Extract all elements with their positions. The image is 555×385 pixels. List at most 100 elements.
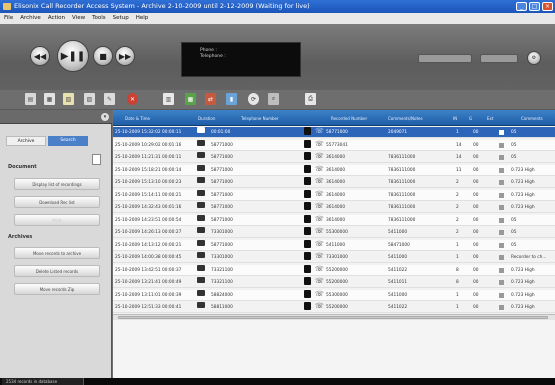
table-row[interactable]: 25-10-2009 13:11:01 00:00:39 58824000 5530… [113, 289, 555, 301]
table-row[interactable]: 25-10-2009 14:26:13 00:00:27 73301000 5530… [113, 227, 555, 238]
edit-icon: ✎ [106, 95, 113, 103]
menu-archive[interactable]: Archive [20, 13, 41, 24]
copy-button[interactable]: ▨ [84, 93, 95, 105]
stop-button[interactable]: ■ [93, 46, 113, 66]
cell-datetime: 25-10-2009 14:32:43 00:01:16 [115, 205, 182, 210]
column-header[interactable]: Recorded Number [331, 116, 367, 121]
cell-slot: 00 [473, 130, 479, 135]
column-header[interactable]: IN [453, 116, 457, 121]
play-pause-button[interactable]: ▶❚❚ [57, 40, 89, 72]
menu-view[interactable]: View [72, 13, 85, 24]
cell-recorded-number: 5411011 [388, 280, 408, 285]
table-row[interactable]: 25-10-2009 15:14:11 00:00:21 58771000 3614… [113, 189, 555, 201]
cell-duration: 73301000 [211, 255, 233, 260]
table-row[interactable]: 25-10-2009 14:23:51 00:00:54 58771000 3614… [113, 214, 555, 226]
collapse-icon[interactable]: ▾ [101, 113, 109, 121]
position-slider[interactable] [418, 54, 472, 63]
move-zip-button[interactable]: Move records Zip [14, 283, 100, 295]
maximize-button[interactable]: □ [529, 2, 540, 11]
table-row[interactable]: 25-10-2009 12:51:33 00:00:41 58811000 5520… [113, 302, 555, 313]
menu-tools[interactable]: Tools [92, 13, 106, 24]
call-direction-icon: ☏ [315, 302, 324, 310]
cell-slot: 00 [473, 167, 479, 173]
minimize-button[interactable]: _ [516, 2, 527, 11]
delete-button[interactable]: ✕ [127, 93, 138, 105]
print-list-button[interactable]: Print [14, 214, 100, 226]
line-icon [197, 202, 205, 208]
settings-knob[interactable]: ⚙ [527, 51, 541, 65]
call-direction-icon: ☏ [315, 177, 324, 185]
line-icon [197, 239, 205, 246]
cell-note: 0.723 High [511, 205, 535, 210]
table-row[interactable]: 25-10-2009 15:13:10 00:00:23 58771000 3614… [113, 177, 555, 188]
menu-file[interactable]: File [4, 13, 13, 24]
table-row[interactable]: 25-10-2009 14:32:43 00:01:16 58771000 3614… [113, 202, 555, 213]
rewind-button[interactable]: ◀◀ [30, 46, 50, 66]
column-header[interactable]: Duration [198, 116, 215, 121]
table-row[interactable]: 25-10-2009 14:13:12 00:00:21 58771000 5411… [113, 239, 555, 251]
tab-archive[interactable]: Archive [6, 136, 46, 146]
search-button[interactable]: ⌕ [268, 93, 279, 105]
download-rec-list-button[interactable]: Download Rec list [14, 196, 100, 208]
display-recordings-button[interactable]: Display list of recordings [14, 178, 100, 190]
column-header[interactable]: Ext [487, 116, 493, 121]
database-button[interactable]: ▦ [185, 93, 196, 105]
line-icon [197, 264, 205, 271]
cell-duration: 00:01:00 [211, 130, 231, 135]
table-row[interactable]: 25-10-2009 13:42:51 00:00:37 73321100 5520… [113, 264, 555, 276]
status-bar: 2534 records in database [0, 378, 555, 385]
column-header[interactable]: Date & Time [125, 116, 150, 121]
column-header[interactable]: G [469, 116, 472, 121]
table-row[interactable]: 25-10-2009 10:29:02 00:01:16 58771000 5577… [113, 139, 555, 151]
database-icon: ▦ [187, 95, 194, 103]
fast-forward-icon: ▶▶ [118, 51, 132, 61]
volume-slider[interactable] [480, 54, 518, 63]
refresh-button[interactable]: ⟳ [248, 93, 259, 105]
cell-note: 05 [511, 142, 517, 148]
tab-search[interactable]: Search [48, 136, 88, 146]
search-icon: ⌕ [271, 95, 276, 102]
column-header[interactable]: Comments [521, 116, 543, 121]
cell-channel: 8 [456, 267, 459, 273]
column-header[interactable]: Telephone Number [241, 116, 279, 121]
table-row[interactable]: 25-10-2009 13:21:41 00:00:49 73321100 5520… [113, 277, 555, 288]
cell-duration: 58771000 [211, 142, 233, 148]
close-button[interactable]: × [542, 2, 553, 11]
cell-note: 05 [511, 230, 517, 235]
cell-telephone: 55773041 [326, 142, 348, 148]
line-icon [197, 189, 205, 196]
line-icon [197, 164, 205, 171]
edit-button[interactable]: ✎ [104, 93, 115, 105]
move-to-archive-button[interactable]: Move records to archive [14, 247, 100, 259]
table-row[interactable]: 25-10-2009 15:18:21 00:00:14 58771000 3614… [113, 164, 555, 176]
calendar-button[interactable]: ▥ [163, 93, 174, 105]
table-row[interactable]: 25-10-2009 14:00:38 00:00:45 73301000 7330… [113, 252, 555, 263]
cell-duration: 58771000 [211, 167, 233, 173]
table-row[interactable]: 25-10-2009 15:32:02 00:00:11 00:01:00 5877… [113, 127, 555, 138]
menu-help[interactable]: Help [136, 13, 149, 24]
cell-note: 05 [511, 130, 517, 135]
new-button[interactable]: ▤ [25, 93, 36, 105]
scrollbar-thumb[interactable] [118, 316, 548, 319]
delete-listed-button[interactable]: Delete Listed records [14, 265, 100, 277]
cell-duration: 58771000 [211, 192, 233, 198]
cell-telephone: 3614000 [326, 192, 346, 198]
document-icon: ▤ [27, 95, 34, 103]
section-archives-title: Archives [8, 234, 33, 240]
column-header[interactable]: Comments/Notes [388, 116, 423, 121]
menu-setup[interactable]: Setup [113, 13, 129, 24]
phone-icon [304, 252, 311, 260]
phone-icon [304, 264, 311, 273]
menu-action[interactable]: Action [48, 13, 65, 24]
open-button[interactable]: ▦ [44, 93, 55, 105]
fast-forward-button[interactable]: ▶▶ [115, 46, 135, 66]
export-button[interactable]: ▧ [63, 93, 74, 105]
chart-button[interactable]: ▮ [226, 93, 237, 105]
table-row[interactable]: 25-10-2009 11:21:31 00:00:11 58771000 3614… [113, 152, 555, 163]
network-button[interactable]: ⇄ [205, 93, 216, 105]
cell-channel: 1 [456, 242, 459, 248]
print-button[interactable]: ⎙ [305, 93, 316, 105]
cell-slot: 00 [473, 280, 479, 285]
cell-recorded-number: 7836111000 [388, 192, 416, 198]
phone-icon [304, 289, 311, 298]
